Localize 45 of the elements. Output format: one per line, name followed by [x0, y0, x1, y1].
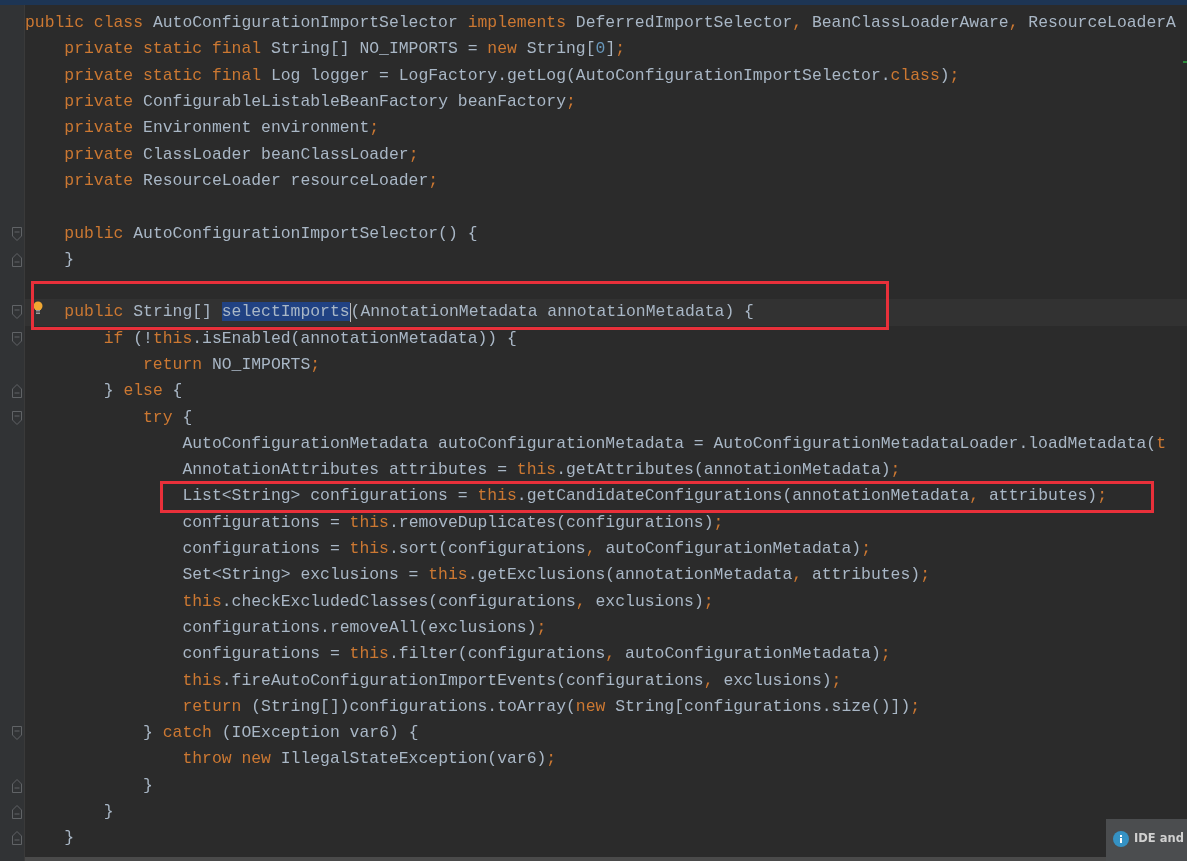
- fold-icon[interactable]: [12, 305, 22, 320]
- code-line: } else {: [102, 380, 183, 403]
- code-line: configurations = this.removeDuplicates(configurations);: [181, 511, 724, 534]
- code-line: AutoConfigurationMetadata autoConfigurationMetadata = AutoConfigurationMetadataLoader.loadMetadata(t: [181, 432, 1166, 455]
- code-line: try {: [142, 406, 193, 429]
- code-line: this.fireAutoConfigurationImportEvents(configurations, exclusions);: [181, 669, 842, 692]
- code-line: private static final Log logger = LogFactory.getLog(AutoConfigurationImportSelector.class);: [63, 64, 960, 87]
- fold-icon[interactable]: [12, 831, 22, 846]
- code-line: private static final String[] NO_IMPORTS = new String[0];: [63, 38, 626, 61]
- code-line: private ResourceLoader resourceLoader;: [63, 169, 439, 192]
- code-line: List<String> configurations = this.getCandidateConfigurations(annotationMetadata, attributes);: [181, 485, 1108, 508]
- code-line: throw new IllegalStateException(var6);: [181, 748, 557, 771]
- fold-icon[interactable]: [12, 226, 22, 241]
- fold-icon[interactable]: [12, 726, 22, 741]
- code-line: public AutoConfigurationImportSelector() {: [63, 222, 478, 245]
- code-line: }: [63, 248, 75, 271]
- code-line: this.checkExcludedClasses(configurations, exclusions);: [181, 590, 714, 613]
- fold-icon[interactable]: [12, 331, 22, 346]
- code-line: configurations = this.sort(configurations, autoConfigurationMetadata);: [181, 538, 871, 561]
- code-line: public String[] selectImports(AnnotationMetadata annotationMetadata) {: [63, 301, 754, 324]
- code-line: return (String[])configurations.toArray(new String[configurations.size()]);: [181, 695, 921, 718]
- code-line: private ClassLoader beanClassLoader;: [63, 143, 419, 166]
- code-line: configurations = this.filter(configurations, autoConfigurationMetadata);: [181, 643, 891, 666]
- code-line: }: [142, 774, 153, 797]
- code-line: }: [63, 827, 75, 850]
- code-line: return NO_IMPORTS;: [142, 354, 321, 376]
- notification-panel[interactable]: IDE and: [1106, 819, 1187, 861]
- code-line: AnnotationAttributes attributes = this.getAttributes(annotationMetadata);: [181, 459, 901, 482]
- change-marker: [1183, 61, 1187, 63]
- code-line: configurations.removeAll(exclusions);: [181, 616, 547, 639]
- fold-icon[interactable]: [12, 384, 22, 399]
- code-line: }: [102, 801, 114, 824]
- code-line: private Environment environment;: [63, 117, 380, 140]
- code-line: public class AutoConfigurationImportSelector implements DeferredImportSelector, BeanClassLoaderAware, ResourceLoaderA: [25, 12, 1176, 35]
- code-line: private ConfigurableListableBeanFactory beanFactory;: [63, 91, 576, 114]
- fold-icon[interactable]: [12, 410, 22, 425]
- fold-icon[interactable]: [12, 252, 22, 267]
- fold-icon[interactable]: [12, 778, 22, 793]
- lightbulb-icon[interactable]: [33, 301, 43, 317]
- code-line: Set<String> exclusions = this.getExclusions(annotationMetadata, attributes);: [181, 564, 930, 587]
- notification-title: IDE and: [1134, 831, 1184, 845]
- fold-icon[interactable]: [12, 805, 22, 820]
- code-line: if (!this.isEnabled(annotationMetadata)) {: [102, 327, 517, 350]
- info-icon: [1113, 831, 1129, 847]
- code-line: } catch (IOException var6) {: [142, 722, 419, 745]
